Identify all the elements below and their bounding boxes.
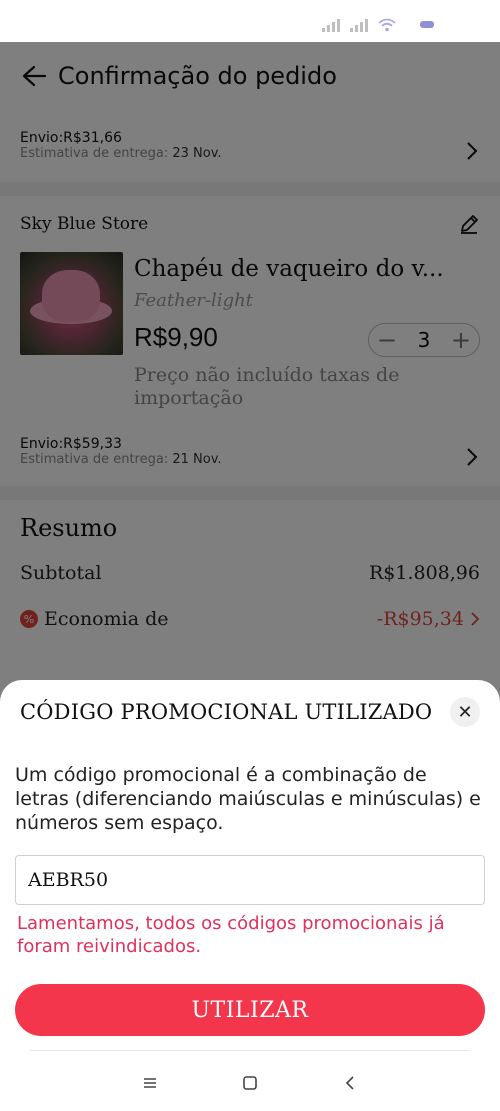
back-icon[interactable]: [340, 1073, 360, 1093]
home-icon[interactable]: [240, 1073, 260, 1093]
promo-description: Um código promocional é a combinação de …: [15, 764, 481, 834]
promo-code-input[interactable]: [15, 855, 485, 905]
wifi-icon: [378, 18, 396, 32]
divider: [30, 1050, 470, 1051]
menu-icon[interactable]: [140, 1073, 160, 1093]
sheet-title: CÓDIGO PROMOCIONAL UTILIZADO: [20, 700, 433, 724]
promo-code-sheet: CÓDIGO PROMOCIONAL UTILIZADO ✕ Um código…: [0, 680, 500, 1111]
close-button[interactable]: ✕: [450, 697, 480, 727]
signal-icon-2: [350, 18, 368, 32]
close-icon: ✕: [457, 701, 473, 723]
status-bar: [0, 0, 500, 42]
apply-button[interactable]: UTILIZAR: [15, 984, 485, 1036]
status-icons: [322, 18, 434, 32]
battery-icon: [420, 21, 434, 28]
signal-icon: [322, 18, 340, 32]
promo-error-message: Lamentamos, todos os códigos promocionai…: [17, 913, 445, 957]
system-nav-bar: [0, 1055, 500, 1111]
